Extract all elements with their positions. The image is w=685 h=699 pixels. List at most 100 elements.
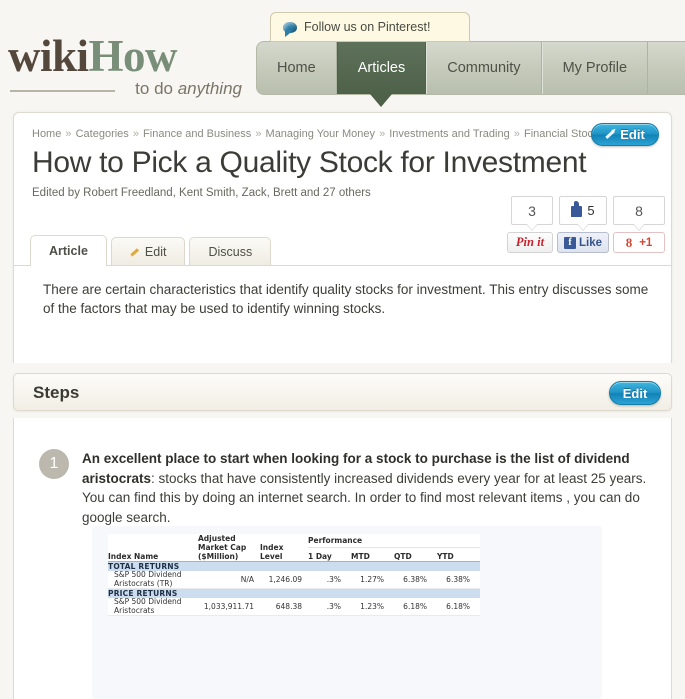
breadcrumb-item-finance-and-business[interactable]: Finance and Business: [143, 128, 251, 140]
cell-ytd: 6.38%: [437, 571, 480, 589]
index-performance-table: Index Name Adjusted Market Cap ($Million…: [108, 534, 480, 616]
pin-it-label: Pin it: [515, 235, 545, 249]
col-header-index-level: Index Level: [260, 534, 308, 562]
googleplus-button-count: 8: [625, 234, 633, 250]
tab-edit-label: Edit: [144, 245, 167, 259]
cell-index-level: 648.38: [260, 598, 308, 616]
table-body: TOTAL RETURNS S&P 500 Dividend Aristocra…: [108, 561, 480, 616]
col-header-adjusted-market-cap: Adjusted Market Cap ($Million): [198, 534, 260, 562]
col-header-1-day: 1 Day: [308, 547, 351, 563]
facebook-like-label: Like: [578, 236, 602, 249]
wikihow-logo[interactable]: wikiHow to do anything: [8, 34, 248, 99]
cell-adjusted-market-cap: N/A: [198, 571, 260, 589]
logo-how-text: How: [88, 31, 178, 81]
steps-section-header: Steps Edit: [13, 373, 672, 411]
edit-article-button[interactable]: Edit: [591, 123, 659, 146]
tab-discuss[interactable]: Discuss: [189, 237, 272, 266]
steps-heading: Steps: [33, 383, 80, 402]
page-title: How to Pick a Quality Stock for Investme…: [32, 146, 587, 179]
nav-label: My Profile: [562, 60, 628, 76]
breadcrumb-separator: »: [379, 128, 386, 140]
article-card: Home » Categories » Finance and Business…: [13, 112, 672, 363]
edit-article-label: Edit: [620, 127, 645, 142]
nav-item-articles[interactable]: Articles: [336, 42, 427, 107]
cell-adjusted-market-cap: 1,033,911.71: [198, 598, 260, 616]
breadcrumb-separator: »: [513, 128, 520, 140]
tab-edit[interactable]: Edit: [110, 237, 186, 266]
tagline-plain: to do: [135, 79, 178, 98]
tab-bar-divider: [14, 265, 671, 266]
breadcrumb-item-categories[interactable]: Categories: [76, 128, 129, 140]
thumbs-up-icon: [571, 201, 583, 217]
cell-qtd: 6.18%: [394, 598, 437, 616]
nav-label: Home: [277, 60, 316, 76]
facebook-icon: f: [564, 236, 576, 249]
cell-mtd: 1.23%: [351, 598, 394, 616]
breadcrumb-item-home[interactable]: Home: [32, 128, 61, 140]
speech-bubble-icon: [283, 21, 297, 37]
pinterest-count: 3: [528, 202, 536, 219]
table-header-group-row: Index Name Adjusted Market Cap ($Million…: [108, 534, 480, 562]
tab-article[interactable]: Article: [30, 235, 107, 266]
breadcrumb-separator: »: [132, 128, 139, 140]
edit-steps-button[interactable]: Edit: [609, 381, 661, 405]
pinterest-follow-label: Follow us on Pinterest!: [304, 20, 431, 34]
table-head: Index Name Adjusted Market Cap ($Million…: [108, 534, 480, 563]
social-count-row: 3 5 8: [495, 196, 665, 225]
article-byline: Edited by Robert Freedland, Kent Smith, …: [32, 187, 371, 199]
article-tab-bar: Article Edit Discuss: [30, 235, 272, 266]
index-table-figure: Index Name Adjusted Market Cap ($Million…: [92, 526, 602, 699]
col-header-mtd: MTD: [351, 547, 394, 563]
social-button-row: Pin it f Like 8 +1: [495, 232, 665, 253]
col-header-performance: Performance: [308, 534, 480, 548]
logo-tagline: to do anything: [8, 79, 248, 99]
social-share-cluster: 3 5 8 Pin it f Like 8 +1: [495, 196, 665, 253]
cell-index-level: 1,246.09: [260, 571, 308, 589]
nav-item-my-profile[interactable]: My Profile: [541, 42, 649, 94]
article-intro-paragraph: There are certain characteristics that i…: [43, 282, 649, 316]
tagline-italic: anything: [177, 79, 242, 98]
step-rest: : stocks that have consistently increase…: [82, 470, 647, 525]
col-header-ytd: YTD: [437, 547, 480, 563]
facebook-count: 5: [587, 203, 595, 218]
nav-label: Articles: [357, 60, 406, 76]
main-navigation: Home Articles Community My Profile: [256, 41, 685, 107]
facebook-like-button[interactable]: f Like: [557, 232, 609, 253]
pencil-icon: [130, 248, 139, 256]
step-number-badge: 1: [39, 449, 69, 479]
steps-body: 1 An excellent place to start when looki…: [13, 418, 672, 699]
cell-1-day: .3%: [308, 598, 351, 616]
col-header-index-name: Index Name: [108, 534, 198, 562]
pinterest-follow-banner[interactable]: Follow us on Pinterest!: [270, 12, 470, 42]
cell-index-name: S&P 500 Dividend Aristocrats: [108, 597, 198, 616]
nav-item-home[interactable]: Home: [257, 42, 337, 94]
googleplus-plusone-label: +1: [639, 236, 653, 249]
table-row: S&P 500 Dividend Aristocrats 1,033,911.7…: [108, 597, 480, 616]
table-row: S&P 500 Dividend Aristocrats (TR) N/A 1,…: [108, 570, 480, 589]
breadcrumb-separator: »: [255, 128, 262, 140]
step-text: An excellent place to start when looking…: [82, 449, 658, 527]
pinterest-pin-it-button[interactable]: Pin it: [507, 232, 553, 253]
facebook-count-bubble: 5: [559, 196, 607, 225]
cell-1-day: .3%: [308, 571, 351, 589]
site-header: wikiHow to do anything Follow us on Pint…: [0, 0, 685, 110]
googleplus-plusone-button[interactable]: 8 +1: [613, 232, 665, 253]
nav-label: Community: [447, 60, 521, 76]
googleplus-count-bubble: 8: [613, 196, 665, 225]
breadcrumb-item-investments-and-trading[interactable]: Investments and Trading: [389, 128, 509, 140]
tab-discuss-label: Discuss: [208, 245, 253, 259]
cell-qtd: 6.38%: [394, 571, 437, 589]
edit-steps-label: Edit: [622, 385, 648, 401]
logo-wiki-text: wiki: [8, 31, 89, 81]
section-gap: [0, 363, 685, 373]
logo-wordmark: wikiHow: [8, 31, 248, 81]
cell-mtd: 1.27%: [351, 571, 394, 589]
pencil-icon: [605, 130, 615, 139]
breadcrumb-separator: »: [65, 128, 72, 140]
cell-ytd: 6.18%: [437, 598, 480, 616]
breadcrumb-item-managing-your-money[interactable]: Managing Your Money: [266, 128, 375, 140]
pinterest-count-bubble: 3: [511, 196, 553, 225]
googleplus-count: 8: [635, 202, 643, 219]
nav-item-community[interactable]: Community: [426, 42, 542, 94]
cell-index-name: S&P 500 Dividend Aristocrats (TR): [108, 570, 198, 589]
